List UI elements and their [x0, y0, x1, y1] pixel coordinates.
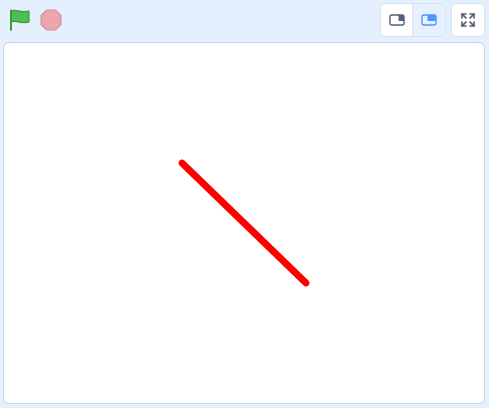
- large-stage-button[interactable]: [413, 4, 445, 36]
- small-stage-icon: [388, 14, 405, 26]
- stage-header: [0, 0, 489, 41]
- stop-button[interactable]: [39, 8, 63, 32]
- fullscreen-icon: [461, 13, 475, 27]
- green-flag-button[interactable]: [8, 8, 32, 32]
- fullscreen-button[interactable]: [451, 3, 485, 37]
- green-flag-icon: [10, 9, 30, 31]
- pen-line: [178, 159, 310, 287]
- stop-sign-icon: [40, 9, 62, 31]
- stage-size-toggle: [380, 3, 446, 37]
- small-stage-button[interactable]: [381, 4, 413, 36]
- stage-canvas[interactable]: [3, 42, 485, 404]
- stage-drawing: [178, 159, 310, 287]
- large-stage-icon: [421, 14, 437, 26]
